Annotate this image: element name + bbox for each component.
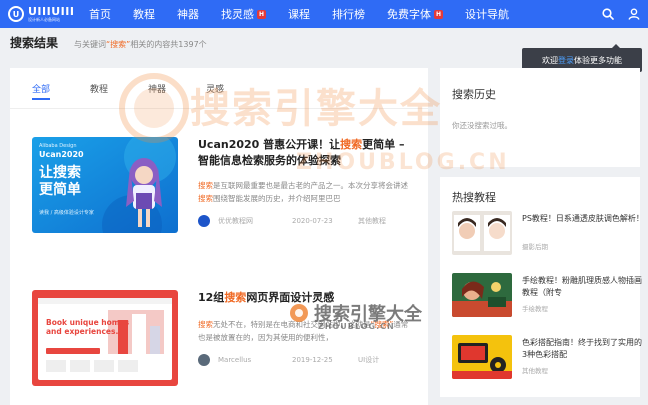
page-title: 搜索结果	[10, 36, 59, 50]
article-excerpt: 搜索无处不在，特别是在电商和社交网站中。这就是“搜索”通常也是被放置在的，因为其…	[198, 320, 409, 342]
user-icon[interactable]	[628, 8, 640, 20]
hot-item[interactable]: 手绘教程！粉雕肌理质感人物插画教程（附专 手绘教程	[452, 273, 642, 329]
nav-label: 设计导航	[465, 8, 509, 21]
hot-badge: H	[257, 9, 266, 19]
tab-0[interactable]: 全部	[32, 68, 51, 108]
thumb-caption: 读我 / 高级体验设计专家	[39, 210, 94, 216]
hot-thumbnail[interactable]	[452, 335, 512, 379]
article-thumbnail[interactable]: Book unique homes and experiences.	[32, 290, 178, 386]
article-meta: Marcellus 2019-12-25 UI设计	[198, 354, 412, 366]
article-meta: 优优教程网 2020-07-23 其他教程	[198, 215, 412, 227]
article-category[interactable]: UI设计	[358, 355, 379, 365]
hot-thumbnail[interactable]	[452, 273, 512, 317]
site-logo[interactable]: U UIIIUIII 设计新人必备网站	[0, 0, 78, 28]
nav-item-7[interactable]: 设计导航	[454, 0, 520, 28]
hot-title[interactable]: 色彩搭配指南！终于找到了实用的3种色彩搭配	[522, 337, 644, 361]
nav-label: 排行榜	[332, 8, 365, 21]
nav-label: 神器	[177, 8, 199, 21]
hot-category[interactable]: 摄影后期	[522, 241, 548, 251]
hot-title[interactable]: PS教程！日系通透皮肤调色解析！	[522, 213, 644, 225]
main-nav: 首页 教程 神器 找灵感 H 课程 排行榜 免费字体 H 设计导航	[78, 0, 520, 28]
thumb-headline: Book unique homes and experiences.	[46, 318, 130, 336]
hot-thumbnail[interactable]	[452, 211, 512, 255]
logo-mark-icon: U	[8, 6, 24, 22]
nav-label: 首页	[89, 8, 111, 21]
search-icon[interactable]	[602, 8, 614, 20]
nav-item-3[interactable]: 找灵感 H	[210, 0, 277, 28]
nav-item-0[interactable]: 首页	[78, 0, 122, 28]
article-thumbnail[interactable]: Alibaba Design Ucan2020 让搜索 更简单 读我 / 高级体…	[32, 137, 178, 233]
article-category[interactable]: 其他教程	[358, 216, 386, 226]
results-panel: 全部 教程 神器 灵感 Alibaba Design Ucan2020 让搜索 …	[10, 68, 428, 405]
article-card[interactable]: Book unique homes and experiences. 12组搜索…	[32, 290, 412, 400]
top-navigation-bar: U UIIIUIII 设计新人必备网站 首页 教程 神器 找灵感 H 课程 排行榜 免费字体 H…	[0, 0, 648, 28]
search-history-box: 搜索历史 你还没搜索过哦。	[440, 68, 640, 167]
logo-tagline: 设计新人必备网站	[28, 17, 60, 22]
article-title[interactable]: Ucan2020 普惠公开课！让搜索更简单 – 智能信息检索服务的体验探索	[198, 137, 412, 169]
hot-tutorials-title: 热搜教程	[452, 191, 496, 204]
hot-tutorials-box: 热搜教程 PS教程！日系通透皮肤调色解析！ 摄影后期 手绘教程！粉雕肌理质感人物…	[440, 177, 644, 397]
author-avatar[interactable]	[198, 354, 210, 366]
nav-label: 免费字体	[387, 8, 431, 21]
nav-label: 课程	[288, 8, 310, 21]
tab-1[interactable]: 教程	[90, 68, 108, 108]
nav-label: 教程	[133, 8, 155, 21]
thumb-event: Ucan2020	[39, 150, 84, 159]
author-name[interactable]: 优优教程网	[218, 216, 284, 226]
nav-item-1[interactable]: 教程	[122, 0, 166, 28]
hot-badge: H	[434, 9, 443, 19]
login-link[interactable]: 登录	[558, 55, 574, 66]
article-title[interactable]: 12组搜索网页界面设计灵感	[198, 290, 412, 306]
publish-date: 2020-07-23	[292, 217, 333, 225]
nav-label: 找灵感	[221, 8, 254, 21]
nav-item-5[interactable]: 排行榜	[321, 0, 376, 28]
thumb-brand: Alibaba Design	[39, 143, 77, 149]
result-header: 搜索结果 与关键词“搜索”相关的内容共1397个	[10, 34, 207, 51]
author-avatar[interactable]	[198, 215, 210, 227]
publish-date: 2019-12-25	[292, 356, 333, 364]
tab-3[interactable]: 灵感	[206, 68, 224, 108]
thumb-headline: 让搜索 更简单	[39, 165, 81, 198]
sidebar: 搜索历史 你还没搜索过哦。 热搜教程 PS教程！日系通透皮肤调色解析！ 摄影后期	[440, 68, 644, 405]
hot-title[interactable]: 手绘教程！粉雕肌理质感人物插画教程（附专	[522, 275, 644, 299]
author-name[interactable]: Marcellus	[218, 356, 284, 364]
article-card[interactable]: Alibaba Design Ucan2020 让搜索 更简单 读我 / 高级体…	[32, 137, 412, 247]
nav-item-4[interactable]: 课程	[277, 0, 321, 28]
hot-category[interactable]: 其他教程	[522, 365, 548, 375]
hot-item[interactable]: PS教程！日系通透皮肤调色解析！ 摄影后期	[452, 211, 644, 267]
nav-item-2[interactable]: 神器	[166, 0, 210, 28]
tabs-divider	[10, 108, 428, 109]
nav-item-6[interactable]: 免费字体 H	[376, 0, 454, 28]
logo-name: UIIIUIII	[28, 5, 75, 18]
result-summary: 与关键词“搜索”相关的内容共1397个	[74, 40, 207, 49]
search-history-title: 搜索历史	[452, 88, 496, 101]
hot-category[interactable]: 手绘教程	[522, 303, 548, 313]
result-tabs: 全部 教程 神器 灵感	[10, 68, 428, 108]
tab-2[interactable]: 神器	[148, 68, 166, 108]
article-excerpt: 搜索是互联网最重要也是最古老的产品之一。本次分享将会讲述搜索围绕智能发展的历史，…	[198, 181, 408, 203]
search-history-empty: 你还没搜索过哦。	[452, 121, 512, 130]
hot-item[interactable]: 色彩搭配指南！终于找到了实用的3种色彩搭配 其他教程	[452, 335, 642, 391]
